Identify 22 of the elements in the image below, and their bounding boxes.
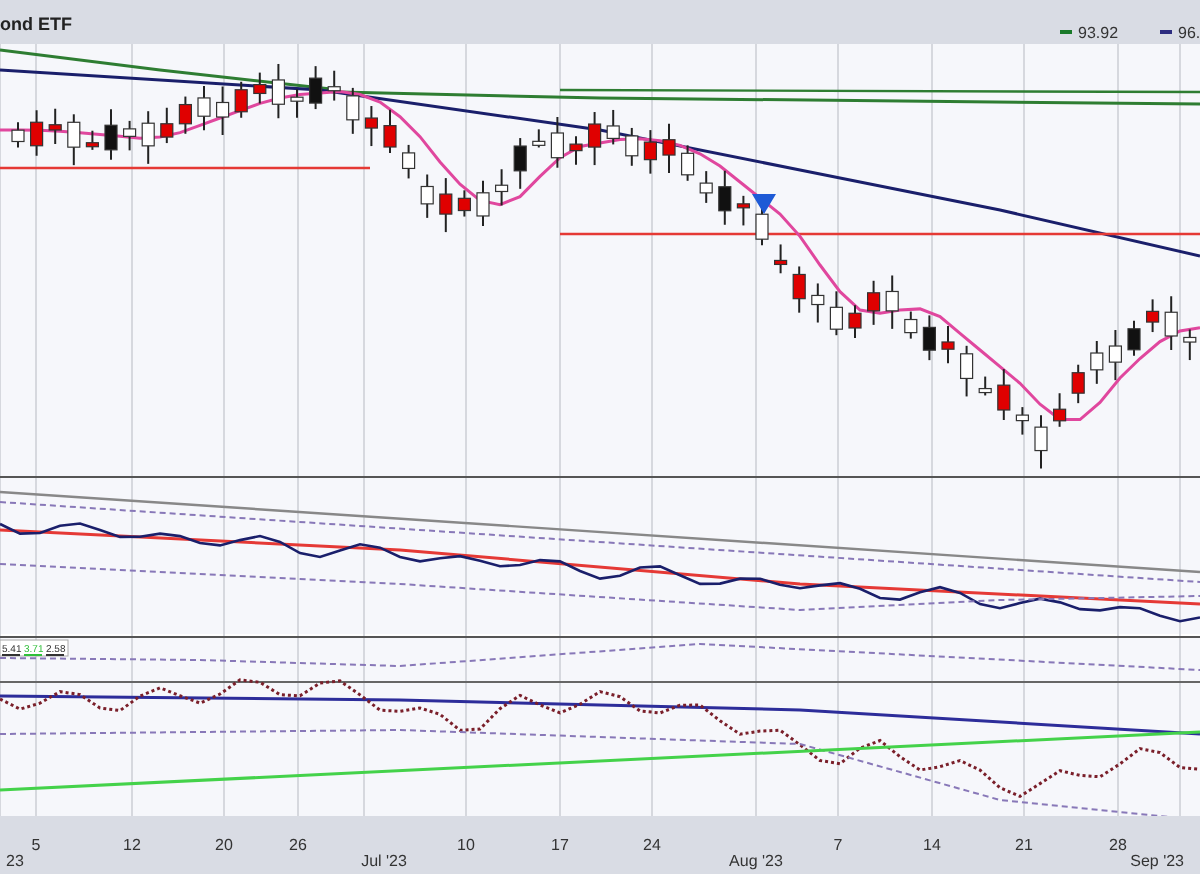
axis-label: 17: [551, 836, 569, 854]
axis-label: Jul '23: [361, 852, 407, 870]
axis-label: Aug '23: [729, 852, 783, 870]
axis-label: 14: [923, 836, 941, 854]
axis-label: 24: [643, 836, 661, 854]
price-label: 93.92: [1078, 24, 1119, 42]
axis-label: 5: [31, 836, 41, 854]
axis-label: 23: [6, 852, 24, 870]
axis-label: 7: [833, 836, 843, 854]
down-triangle-icon: [752, 194, 776, 214]
axis-label: 26: [289, 836, 307, 854]
axis-label: Sep '23: [1130, 852, 1184, 870]
price-marker-icon: [1160, 30, 1172, 34]
axis-label: 21: [1015, 836, 1033, 854]
axis-label: 12: [123, 836, 141, 854]
price-label: 96.: [1178, 24, 1200, 42]
axis-label: 20: [215, 836, 233, 854]
axis-label: 10: [457, 836, 475, 854]
price-marker-icon: [1060, 30, 1072, 34]
chart-title: ond ETF: [0, 14, 72, 34]
axis-label: 28: [1109, 836, 1127, 854]
legend-box: [0, 639, 69, 657]
